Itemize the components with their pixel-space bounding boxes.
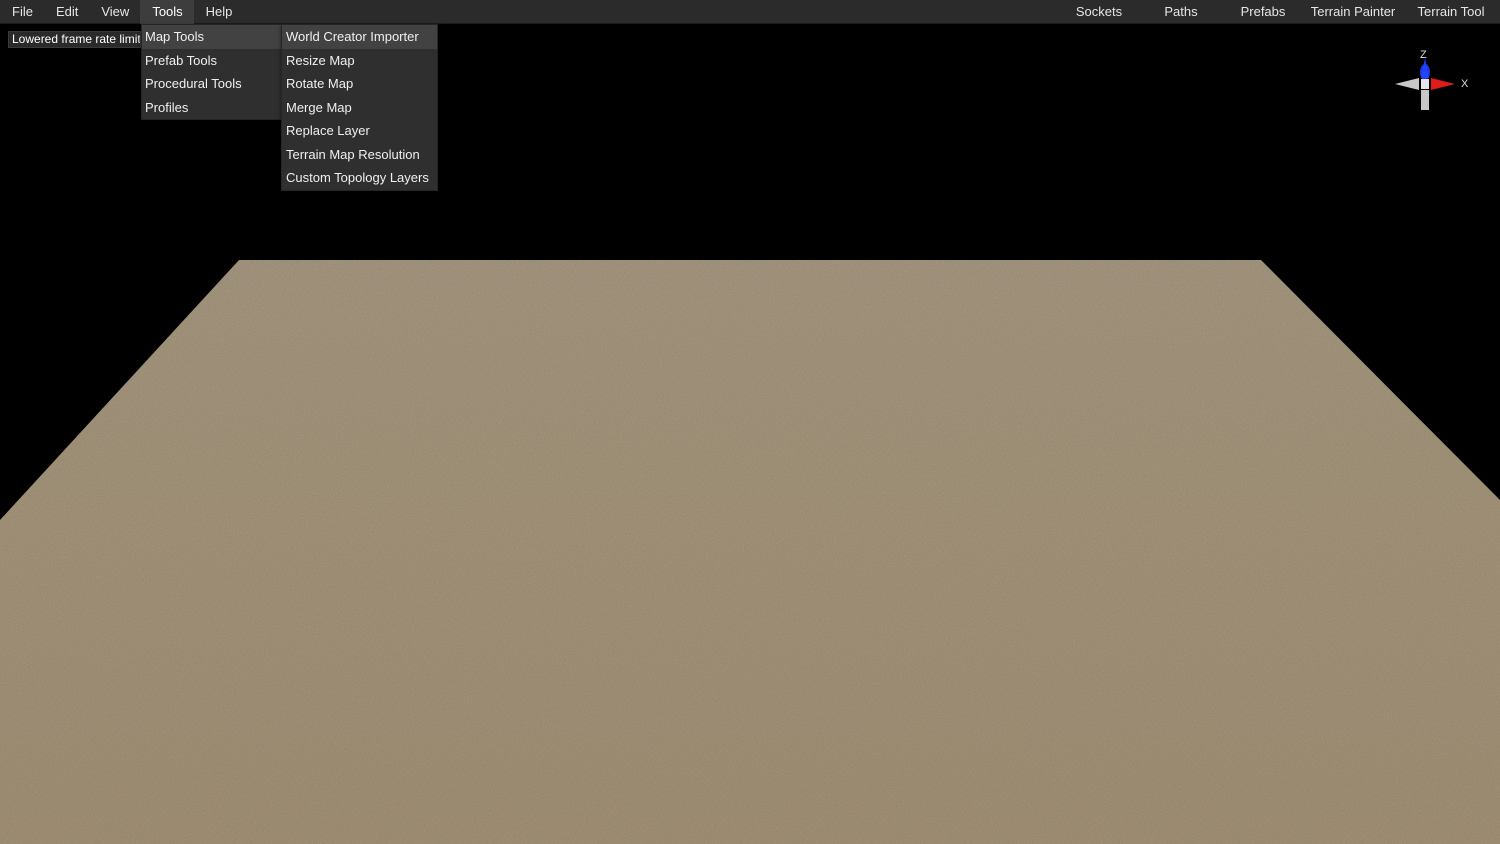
menu-view[interactable]: View <box>89 0 140 24</box>
gizmo-center[interactable] <box>1421 79 1429 89</box>
menu-sockets[interactable]: Sockets <box>1058 0 1140 24</box>
map-tools-custom-topology-layers[interactable]: Custom Topology Layers <box>282 166 437 190</box>
z-axis-label: Z <box>1420 49 1427 61</box>
frame-rate-notification: Lowered frame rate limit <box>8 31 141 48</box>
scene-viewport[interactable]: Z X <box>0 0 1500 844</box>
menu-help[interactable]: Help <box>194 0 244 24</box>
terrain-render <box>0 260 1500 844</box>
map-tools-submenu: World Creator Importer Resize Map Rotate… <box>281 24 438 191</box>
menu-file[interactable]: File <box>0 0 44 24</box>
map-tools-rotate-map[interactable]: Rotate Map <box>282 72 437 96</box>
orientation-gizmo[interactable]: Z X <box>1390 48 1474 114</box>
tools-item-profiles[interactable]: Profiles <box>142 96 281 120</box>
tools-dropdown: Map Tools Prefab Tools Procedural Tools … <box>141 24 282 120</box>
tool-windows-menu: Sockets Paths Prefabs Terrain Painter Te… <box>1058 0 1500 24</box>
menu-terrain-tool[interactable]: Terrain Tool <box>1402 0 1500 24</box>
neg-x-axis-cone[interactable] <box>1395 78 1419 90</box>
menu-terrain-painter[interactable]: Terrain Painter <box>1304 0 1402 24</box>
menu-edit[interactable]: Edit <box>44 0 89 24</box>
editor-window: Z X File Edit View Tools Help Sockets Pa… <box>0 0 1500 844</box>
x-axis-cone[interactable] <box>1431 78 1455 90</box>
menu-paths[interactable]: Paths <box>1140 0 1222 24</box>
tools-item-prefab-tools[interactable]: Prefab Tools <box>142 49 281 73</box>
map-tools-world-creator-importer[interactable]: World Creator Importer <box>282 25 437 49</box>
main-menu: File Edit View Tools Help <box>0 0 243 24</box>
map-tools-terrain-map-resolution[interactable]: Terrain Map Resolution <box>282 143 437 167</box>
neg-z-axis-cone[interactable] <box>1421 90 1429 110</box>
map-tools-resize-map[interactable]: Resize Map <box>282 49 437 73</box>
tools-item-procedural-tools[interactable]: Procedural Tools <box>142 72 281 96</box>
menu-tools[interactable]: Tools <box>140 0 194 24</box>
menu-bar: File Edit View Tools Help Sockets Paths … <box>0 0 1500 24</box>
map-tools-merge-map[interactable]: Merge Map <box>282 96 437 120</box>
tools-item-map-tools[interactable]: Map Tools <box>142 25 281 49</box>
map-tools-replace-layer[interactable]: Replace Layer <box>282 119 437 143</box>
menu-prefabs[interactable]: Prefabs <box>1222 0 1304 24</box>
terrain-plane[interactable] <box>0 260 1500 844</box>
x-axis-label: X <box>1461 78 1469 90</box>
